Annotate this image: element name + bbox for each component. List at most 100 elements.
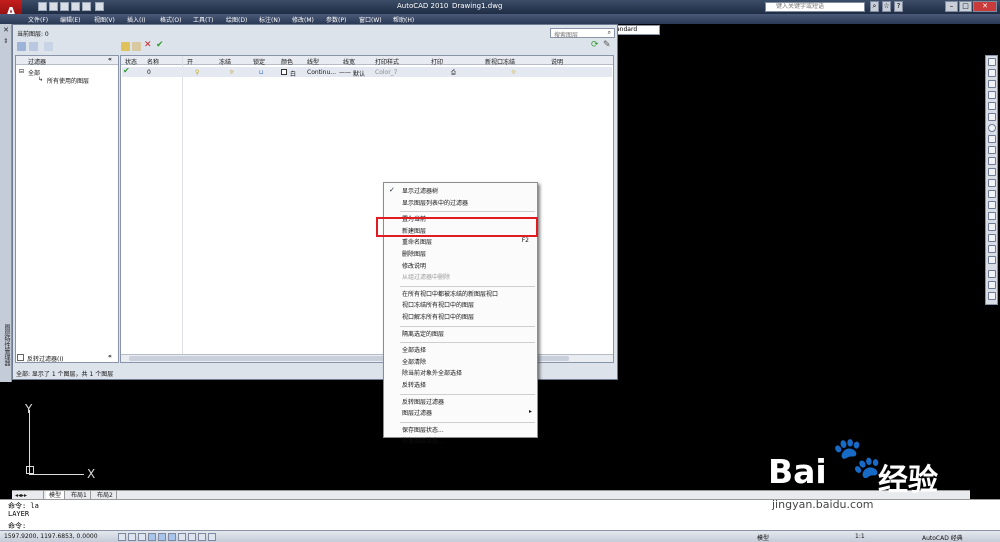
sun-thawed-icon[interactable]: ☼ (229, 69, 234, 76)
menu-tools[interactable]: 工具(T) (193, 15, 213, 24)
star-icon[interactable]: ☆ (882, 1, 891, 12)
workspace-switcher[interactable]: AutoCAD 经典 (922, 533, 963, 542)
new-property-filter-icon[interactable] (17, 42, 26, 51)
context-menu-item[interactable]: 重命名图层 (402, 237, 432, 246)
bulb-on-icon[interactable]: ♀ (195, 69, 199, 76)
snap-toggle-icon[interactable] (118, 533, 126, 541)
revision-cloud-icon[interactable] (988, 135, 996, 143)
spline-icon[interactable] (988, 146, 996, 154)
printer-icon[interactable]: ⎙ (451, 69, 456, 77)
close-button[interactable]: ✕ (973, 1, 997, 12)
menu-file[interactable]: 文件(F) (28, 15, 48, 24)
circle-icon[interactable] (988, 124, 996, 132)
point-icon[interactable] (988, 201, 996, 209)
menu-window[interactable]: 窗口(W) (359, 15, 382, 24)
menu-edit[interactable]: 编辑(E) (60, 15, 80, 24)
osnap-toggle-icon[interactable] (158, 533, 166, 541)
model-space-label[interactable]: 模型 (757, 533, 769, 542)
otrack-toggle-icon[interactable] (168, 533, 176, 541)
layer-tool-2-icon[interactable] (988, 281, 996, 289)
region-icon[interactable] (988, 234, 996, 242)
polar-toggle-icon[interactable] (148, 533, 156, 541)
annotation-scale[interactable]: 1:1 (855, 533, 865, 540)
redo-icon[interactable] (82, 2, 91, 11)
layer-list-pane[interactable]: 状态 名称 开 冻结 锁定 颜色 线型 线宽 打印样式 打印 新视口冻结 说明 … (120, 55, 614, 363)
dyn-toggle-icon[interactable] (188, 533, 196, 541)
ellipse-arc-icon[interactable] (988, 168, 996, 176)
linetype-cell[interactable]: Continu... (307, 69, 336, 76)
arc-icon[interactable] (988, 113, 996, 121)
text-style-combo[interactable]: andard (612, 25, 660, 35)
col-color[interactable]: 颜色 (281, 57, 293, 66)
menu-view[interactable]: 视图(V) (94, 15, 115, 24)
unlocked-icon[interactable]: ⊔ (259, 69, 264, 76)
polygon-icon[interactable] (988, 91, 996, 99)
context-menu-item[interactable]: 全部清除 (402, 357, 426, 366)
menu-dimension[interactable]: 标注(N) (259, 15, 280, 24)
hatch-icon[interactable] (988, 212, 996, 220)
col-linetype[interactable]: 线型 (307, 57, 319, 66)
filter-tree-pane[interactable]: 过滤器 « ⊟ 全部 ↳ 所有使用的图层 (15, 55, 119, 363)
tree-node-used[interactable]: 所有使用的图层 (47, 76, 89, 85)
col-lock[interactable]: 锁定 (253, 57, 265, 66)
construction-line-icon[interactable] (988, 69, 996, 77)
refresh-icon[interactable]: ⟳ (591, 40, 599, 50)
settings-icon[interactable]: ✎ (603, 40, 611, 50)
tree-expander-icon[interactable]: ⊟ (19, 68, 24, 75)
lineweight-cell[interactable]: 默认 (353, 69, 365, 78)
col-plot[interactable]: 打印 (431, 57, 443, 66)
menu-help[interactable]: 帮助(H) (393, 15, 414, 24)
context-menu-item[interactable]: 隔离选定的图层 (402, 329, 444, 338)
search-icon[interactable]: ⌕ (870, 1, 879, 12)
context-menu-item[interactable]: 显示图层列表中的过滤器 (402, 198, 468, 207)
gradient-icon[interactable] (988, 223, 996, 231)
col-on[interactable]: 开 (187, 57, 193, 66)
save-icon[interactable] (60, 2, 69, 11)
context-menu-item[interactable]: 视口解冻所有视口中的图层 (402, 312, 474, 321)
context-menu-item[interactable]: 除当前对象外全部选择 (402, 368, 462, 377)
palette-title-strip[interactable]: ✕ ⇔ 图层特性管理器 (0, 24, 12, 382)
palette-autohide-icon[interactable]: ⇔ (2, 38, 9, 43)
menu-draw[interactable]: 绘图(D) (226, 15, 247, 24)
insert-block-icon[interactable] (988, 179, 996, 187)
layer-tool-icon[interactable] (988, 270, 996, 278)
new-layer-vp-frozen-icon[interactable] (132, 42, 141, 51)
line-icon[interactable] (988, 58, 996, 66)
qp-toggle-icon[interactable] (208, 533, 216, 541)
table-icon[interactable] (988, 245, 996, 253)
lwt-toggle-icon[interactable] (198, 533, 206, 541)
menu-modify[interactable]: 修改(M) (292, 15, 314, 24)
col-status[interactable]: 状态 (125, 57, 137, 66)
menu-parametric[interactable]: 参数(P) (326, 15, 346, 24)
ellipse-icon[interactable] (988, 157, 996, 165)
undo-icon[interactable] (71, 2, 80, 11)
new-icon[interactable] (38, 2, 47, 11)
col-vp-freeze[interactable]: 新视口冻结 (485, 57, 515, 66)
layer-tool-3-icon[interactable] (988, 292, 996, 300)
col-description[interactable]: 说明 (551, 57, 563, 66)
col-lineweight[interactable]: 线宽 (343, 57, 355, 66)
context-menu-item[interactable]: 显示过滤器树 (402, 186, 438, 195)
context-menu-item[interactable]: 反转图层过滤器 (402, 397, 444, 406)
ortho-toggle-icon[interactable] (138, 533, 146, 541)
palette-close-icon[interactable]: ✕ (2, 26, 10, 34)
invert-filter-checkbox[interactable] (17, 354, 24, 361)
menu-format[interactable]: 格式(O) (160, 15, 181, 24)
layer-states-manager-icon[interactable] (44, 42, 53, 51)
mtext-icon[interactable] (988, 256, 996, 264)
color-cell[interactable]: 白 (290, 69, 296, 78)
layer-search-input[interactable]: 搜索图层 ⌕ (550, 28, 615, 39)
horizontal-scrollbar[interactable] (121, 354, 613, 362)
context-menu-item[interactable]: 图层过滤器 (402, 408, 432, 417)
maximize-button[interactable]: □ (959, 1, 972, 12)
context-menu-item[interactable]: 修改说明 (402, 261, 426, 270)
rectangle-icon[interactable] (988, 102, 996, 110)
context-menu-item[interactable]: 删除图层 (402, 249, 426, 258)
context-menu-item[interactable]: 恢复图层状态... (402, 436, 444, 445)
delete-layer-icon[interactable]: ✕ (144, 40, 152, 50)
open-icon[interactable] (49, 2, 58, 11)
col-plot-style[interactable]: 打印样式 (375, 57, 399, 66)
new-layer-icon[interactable] (121, 42, 130, 51)
context-menu-item[interactable]: 反转选择 (402, 380, 426, 389)
collapse-tree-icon[interactable]: « (108, 353, 112, 360)
